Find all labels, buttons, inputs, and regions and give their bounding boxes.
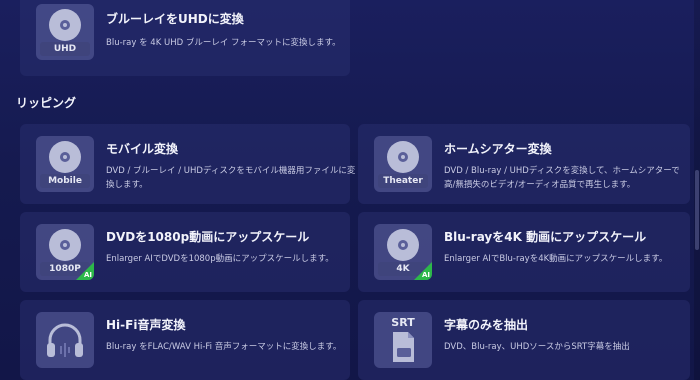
section-title-ripping: リッピング (16, 96, 77, 110)
card-bluray-upscale-4k[interactable]: 4K AI Blu-rayを4K 動画にアップスケール Enlarger AIで… (358, 212, 690, 292)
card-title: ホームシアター変換 (444, 142, 552, 156)
card-dvd-upscale-1080p[interactable]: 1080P AI DVDを1080p動画にアップスケール Enlarger AI… (20, 212, 350, 292)
1080p-disc-icon: 1080P AI (36, 224, 94, 280)
card-description: DVD / Blu-ray / UHDディスクを変換して、ホームシアターで高/無… (444, 166, 680, 190)
card-home-theater-convert[interactable]: Theater ホームシアター変換 DVD / Blu-ray / UHDディス… (358, 124, 690, 204)
4k-disc-icon: 4K AI (374, 224, 432, 280)
headphones-icon (36, 312, 94, 368)
card-bluray-to-uhd[interactable]: UHD ブルーレイをUHDに変換 Blu-ray を 4K UHD ブルーレイ … (20, 0, 350, 76)
card-mobile-convert[interactable]: Mobile モバイル変換 DVD / ブルーレイ / UHDディスクをモバイル… (20, 124, 355, 204)
srt-file-icon: SRT (374, 312, 432, 368)
card-description: DVD / ブルーレイ / UHDディスクをモバイル機器用ファイルに変換します。 (106, 166, 356, 190)
card-title: Hi-Fi音声変換 (106, 318, 186, 332)
mobile-disc-icon: Mobile (36, 136, 94, 192)
uhd-disc-icon: UHD (36, 4, 94, 60)
card-extract-subtitles[interactable]: SRT 字幕のみを抽出 DVD、Blu-ray、UHDソースからSRT字幕を抽出 (358, 300, 690, 380)
card-description: Blu-ray をFLAC/WAV Hi-Fi 音声フォーマットに変換します。 (106, 342, 342, 352)
card-title: Blu-rayを4K 動画にアップスケール (444, 230, 647, 244)
card-title: モバイル変換 (106, 142, 179, 156)
card-description: Blu-ray を 4K UHD ブルーレイ フォーマットに変換します。 (106, 38, 341, 48)
scrollbar[interactable] (694, 0, 700, 380)
card-title: 字幕のみを抽出 (444, 318, 529, 332)
card-title: ブルーレイをUHDに変換 (106, 12, 244, 26)
card-title: DVDを1080p動画にアップスケール (106, 230, 310, 244)
card-description: DVD、Blu-ray、UHDソースからSRT字幕を抽出 (444, 342, 630, 352)
card-hifi-audio-convert[interactable]: Hi-Fi音声変換 Blu-ray をFLAC/WAV Hi-Fi 音声フォーマ… (20, 300, 350, 380)
card-description: Enlarger AIでBlu-rayを4K動画にアップスケールします。 (444, 254, 668, 264)
scrollbar-thumb[interactable] (695, 170, 699, 250)
card-description: Enlarger AIでDVDを1080p動画にアップスケールします。 (106, 254, 334, 264)
theater-disc-icon: Theater (374, 136, 432, 192)
